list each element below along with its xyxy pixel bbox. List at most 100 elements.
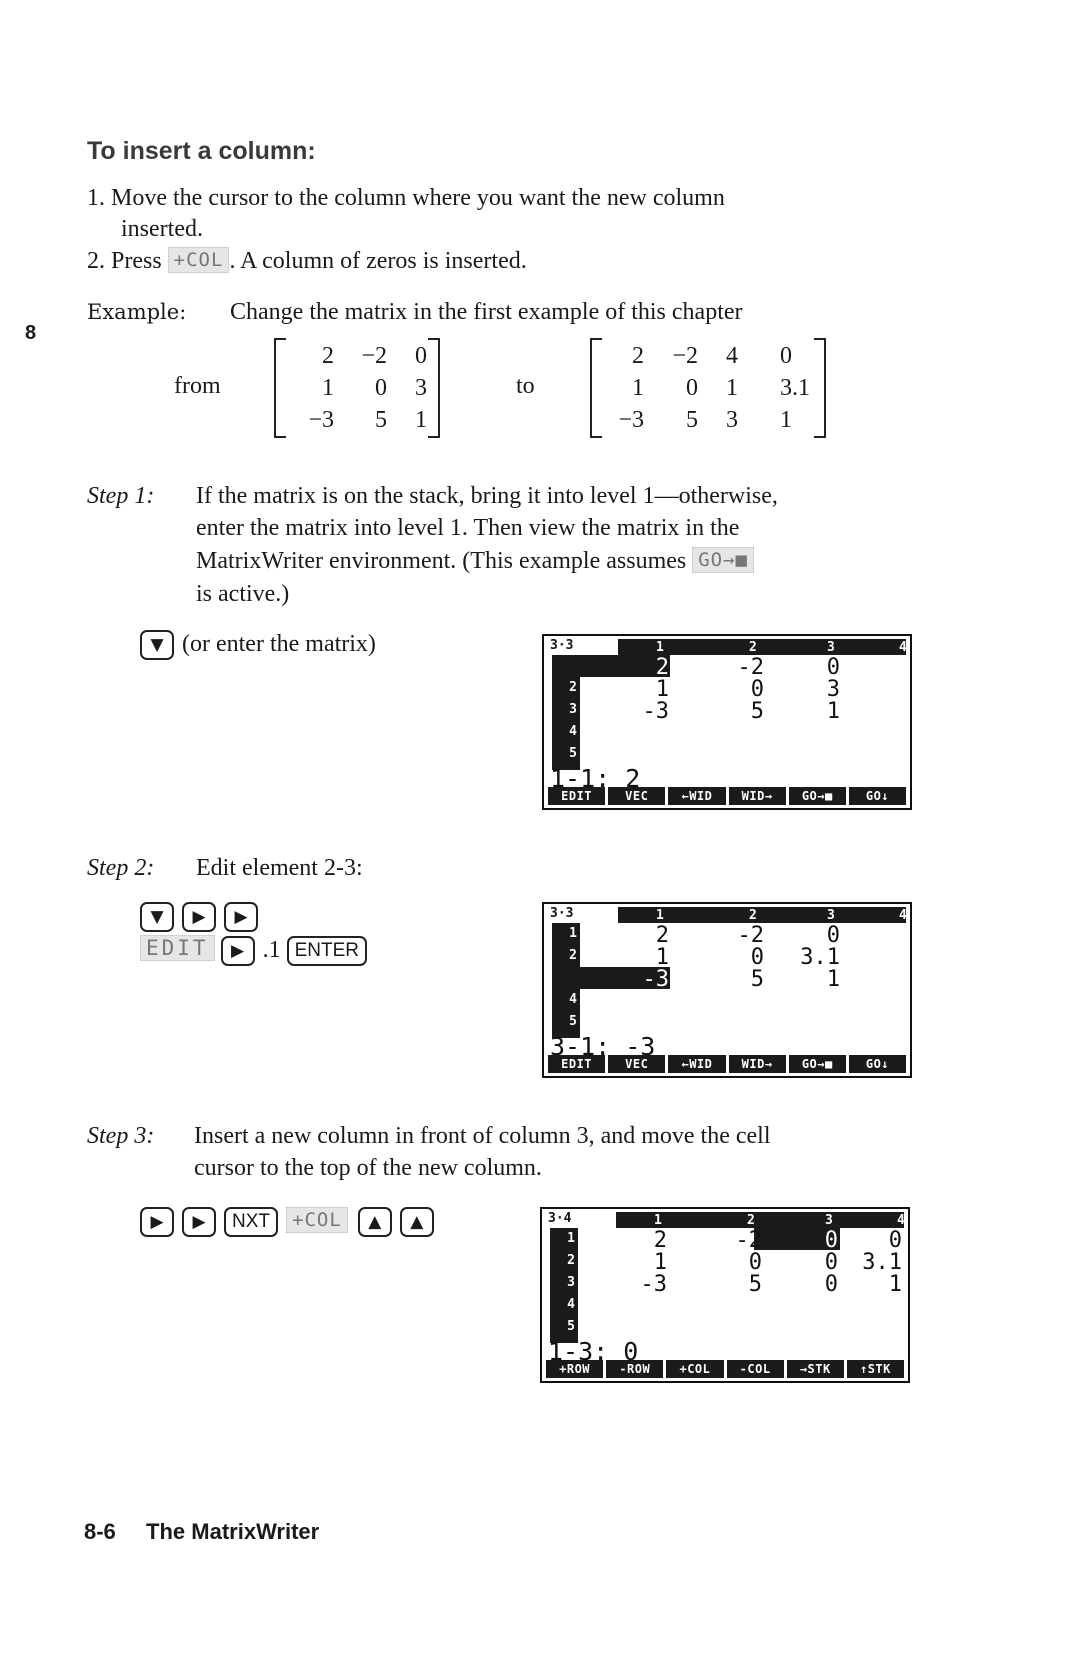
softkey-menu: EDIT VEC ←WID WID→ GO→■ GO↓: [548, 1055, 907, 1073]
typed-value: .1: [262, 937, 281, 963]
matrix-cell-value: 0: [888, 1228, 902, 1253]
matrix-cell-value: 3.1: [862, 1250, 902, 1275]
column-header-number: 4: [899, 908, 907, 923]
step-2-keys-row-2: EDIT ▶ .1 ENTER: [140, 934, 375, 967]
section-heading: To insert a column:: [87, 137, 316, 165]
row-header-number: 2: [569, 948, 577, 963]
step-2-text: Edit element 2-3:: [196, 855, 363, 881]
step-2-label: Step 2:: [87, 855, 155, 881]
down-arrow-key: ▼: [140, 902, 174, 933]
column-header-number: 1: [656, 908, 664, 923]
right-bracket: [814, 338, 826, 438]
calculator-screen-step-2: 3·31234123452-20103.1-3513-1: -3EDITVEC←…: [542, 902, 912, 1078]
row-header-number: 4: [569, 992, 577, 1007]
page-footer: 8-6 The MatrixWriter: [84, 1519, 319, 1545]
list-number: 1.: [87, 185, 105, 211]
matrix-cell-value: 0: [750, 677, 764, 702]
matrix-cell-value: 5: [750, 967, 764, 992]
matrix-cell: −3: [308, 407, 334, 433]
step-1-line-4: is active.): [196, 581, 290, 607]
row-header-bar: 1 2 3 4 5: [550, 1228, 578, 1343]
row-header-number: 2: [567, 1253, 575, 1268]
matrix-cell-value: 2: [655, 655, 669, 680]
softkey[interactable]: GO↓: [848, 787, 907, 805]
row-header-number: 1: [567, 1231, 575, 1246]
step-1-text: MatrixWriter environment. (This example …: [196, 548, 687, 574]
step-1-keys: ▼ (or enter the matrix): [140, 628, 376, 661]
softkey[interactable]: ←WID: [668, 1055, 726, 1073]
from-matrix: 2 −2 0 1 0 3 −3 5 1: [274, 338, 440, 438]
matrix-cell-value: -3: [642, 699, 670, 724]
column-header-number: 1: [656, 640, 664, 655]
matrix-cell-value: -3: [640, 1272, 668, 1297]
column-header-number: 4: [899, 640, 907, 655]
step-1-label: Step 1:: [87, 483, 155, 509]
softkey[interactable]: WID→: [728, 787, 786, 805]
softkey[interactable]: +COL: [666, 1360, 724, 1378]
list-text: . A column of zeros is inserted.: [229, 248, 527, 274]
list-item-1: 1. Move the cursor to the column where y…: [87, 182, 725, 214]
right-arrow-key: ▶: [182, 1207, 216, 1238]
calculator-screen-step-3: 3·4 1 2 3 4 1 2 3 4 5 2 -2 0 0 1 0 0 3.1 -3 5 0 1 1-3: 0 +ROW -R…: [540, 1207, 910, 1383]
step-3-label: Step 3:: [87, 1123, 155, 1149]
softkey[interactable]: EDIT: [548, 1055, 606, 1073]
softkey-menu: +ROW -ROW +COL -COL →STK ↑STK: [546, 1360, 905, 1378]
softkey[interactable]: ←WID: [668, 787, 726, 805]
chapter-title: The MatrixWriter: [146, 1519, 320, 1544]
matrix-cell-value: 5: [750, 699, 764, 724]
matrix-cell-value: 0: [748, 1250, 762, 1275]
matrix-cell-value: 3.1: [800, 945, 840, 970]
matrix-dimensions: 3·3: [550, 906, 574, 921]
matrix-cell-value: 0: [824, 1250, 838, 1275]
enter-key: ENTER: [286, 936, 367, 967]
matrix-cell-value: 1: [653, 1250, 667, 1275]
to-label: to: [516, 373, 535, 399]
row-header-number: 3: [569, 702, 577, 717]
matrix-cell: 1: [780, 407, 792, 433]
example-label: Example:: [87, 300, 187, 324]
right-arrow-key: ▶: [140, 1207, 174, 1238]
softkey[interactable]: VEC: [608, 787, 666, 805]
softkey[interactable]: →STK: [786, 1360, 844, 1378]
column-header-number: 3: [825, 1213, 833, 1228]
softkey[interactable]: EDIT: [548, 787, 606, 805]
softkey[interactable]: WID→: [728, 1055, 786, 1073]
softkey[interactable]: ↑STK: [846, 1360, 905, 1378]
softkey[interactable]: -ROW: [606, 1360, 664, 1378]
matrix-cell: −3: [618, 407, 644, 433]
matrix-dimensions: 3·3: [550, 638, 574, 653]
matrix-cell: 0: [415, 343, 427, 369]
row-header-number: 1: [569, 926, 577, 941]
matrix-cell-value: 2: [653, 1228, 667, 1253]
step-1-keys-note: (or enter the matrix): [182, 631, 376, 657]
softkey-edit: EDIT: [140, 935, 215, 961]
matrix-cell-value: 1: [655, 677, 669, 702]
softkey[interactable]: GO→■: [788, 787, 846, 805]
list-text: Move the cursor to the column where you …: [111, 185, 725, 211]
softkey-go-right: GO→■: [692, 547, 754, 573]
list-number: 2.: [87, 248, 105, 274]
step-3-line-2: cursor to the top of the new column.: [194, 1155, 542, 1181]
row-header-number: 5: [569, 746, 577, 761]
softkey[interactable]: +ROW: [546, 1360, 604, 1378]
list-text: Press: [111, 248, 162, 274]
calculator-screen-step-1: 3·31234123452-20103-3511-1: 2EDITVEC←WID…: [542, 634, 912, 810]
matrix-cell-value: -2: [737, 655, 765, 680]
step-1-line-2: enter the matrix into level 1. Then view…: [196, 515, 740, 541]
matrix-cell: 3.1: [780, 375, 810, 401]
right-arrow-key: ▶: [224, 902, 258, 933]
softkey[interactable]: VEC: [608, 1055, 666, 1073]
softkey[interactable]: GO→■: [788, 1055, 846, 1073]
right-arrow-key: ▶: [220, 936, 255, 967]
page-number: 8-6: [84, 1519, 116, 1544]
softkey[interactable]: -COL: [726, 1360, 784, 1378]
column-header-number: 4: [897, 1213, 905, 1228]
step-2-keys-row-1: ▼ ▶ ▶: [140, 900, 266, 933]
row-header-number: 4: [569, 724, 577, 739]
matrix-cell-value: 1: [826, 699, 840, 724]
matrix-cell: 3: [726, 407, 738, 433]
chapter-tab-number: 8: [25, 322, 37, 344]
softkey[interactable]: GO↓: [848, 1055, 907, 1073]
step-1-line-3: MatrixWriter environment. (This example …: [196, 545, 754, 577]
matrix-cell: 1: [415, 407, 427, 433]
